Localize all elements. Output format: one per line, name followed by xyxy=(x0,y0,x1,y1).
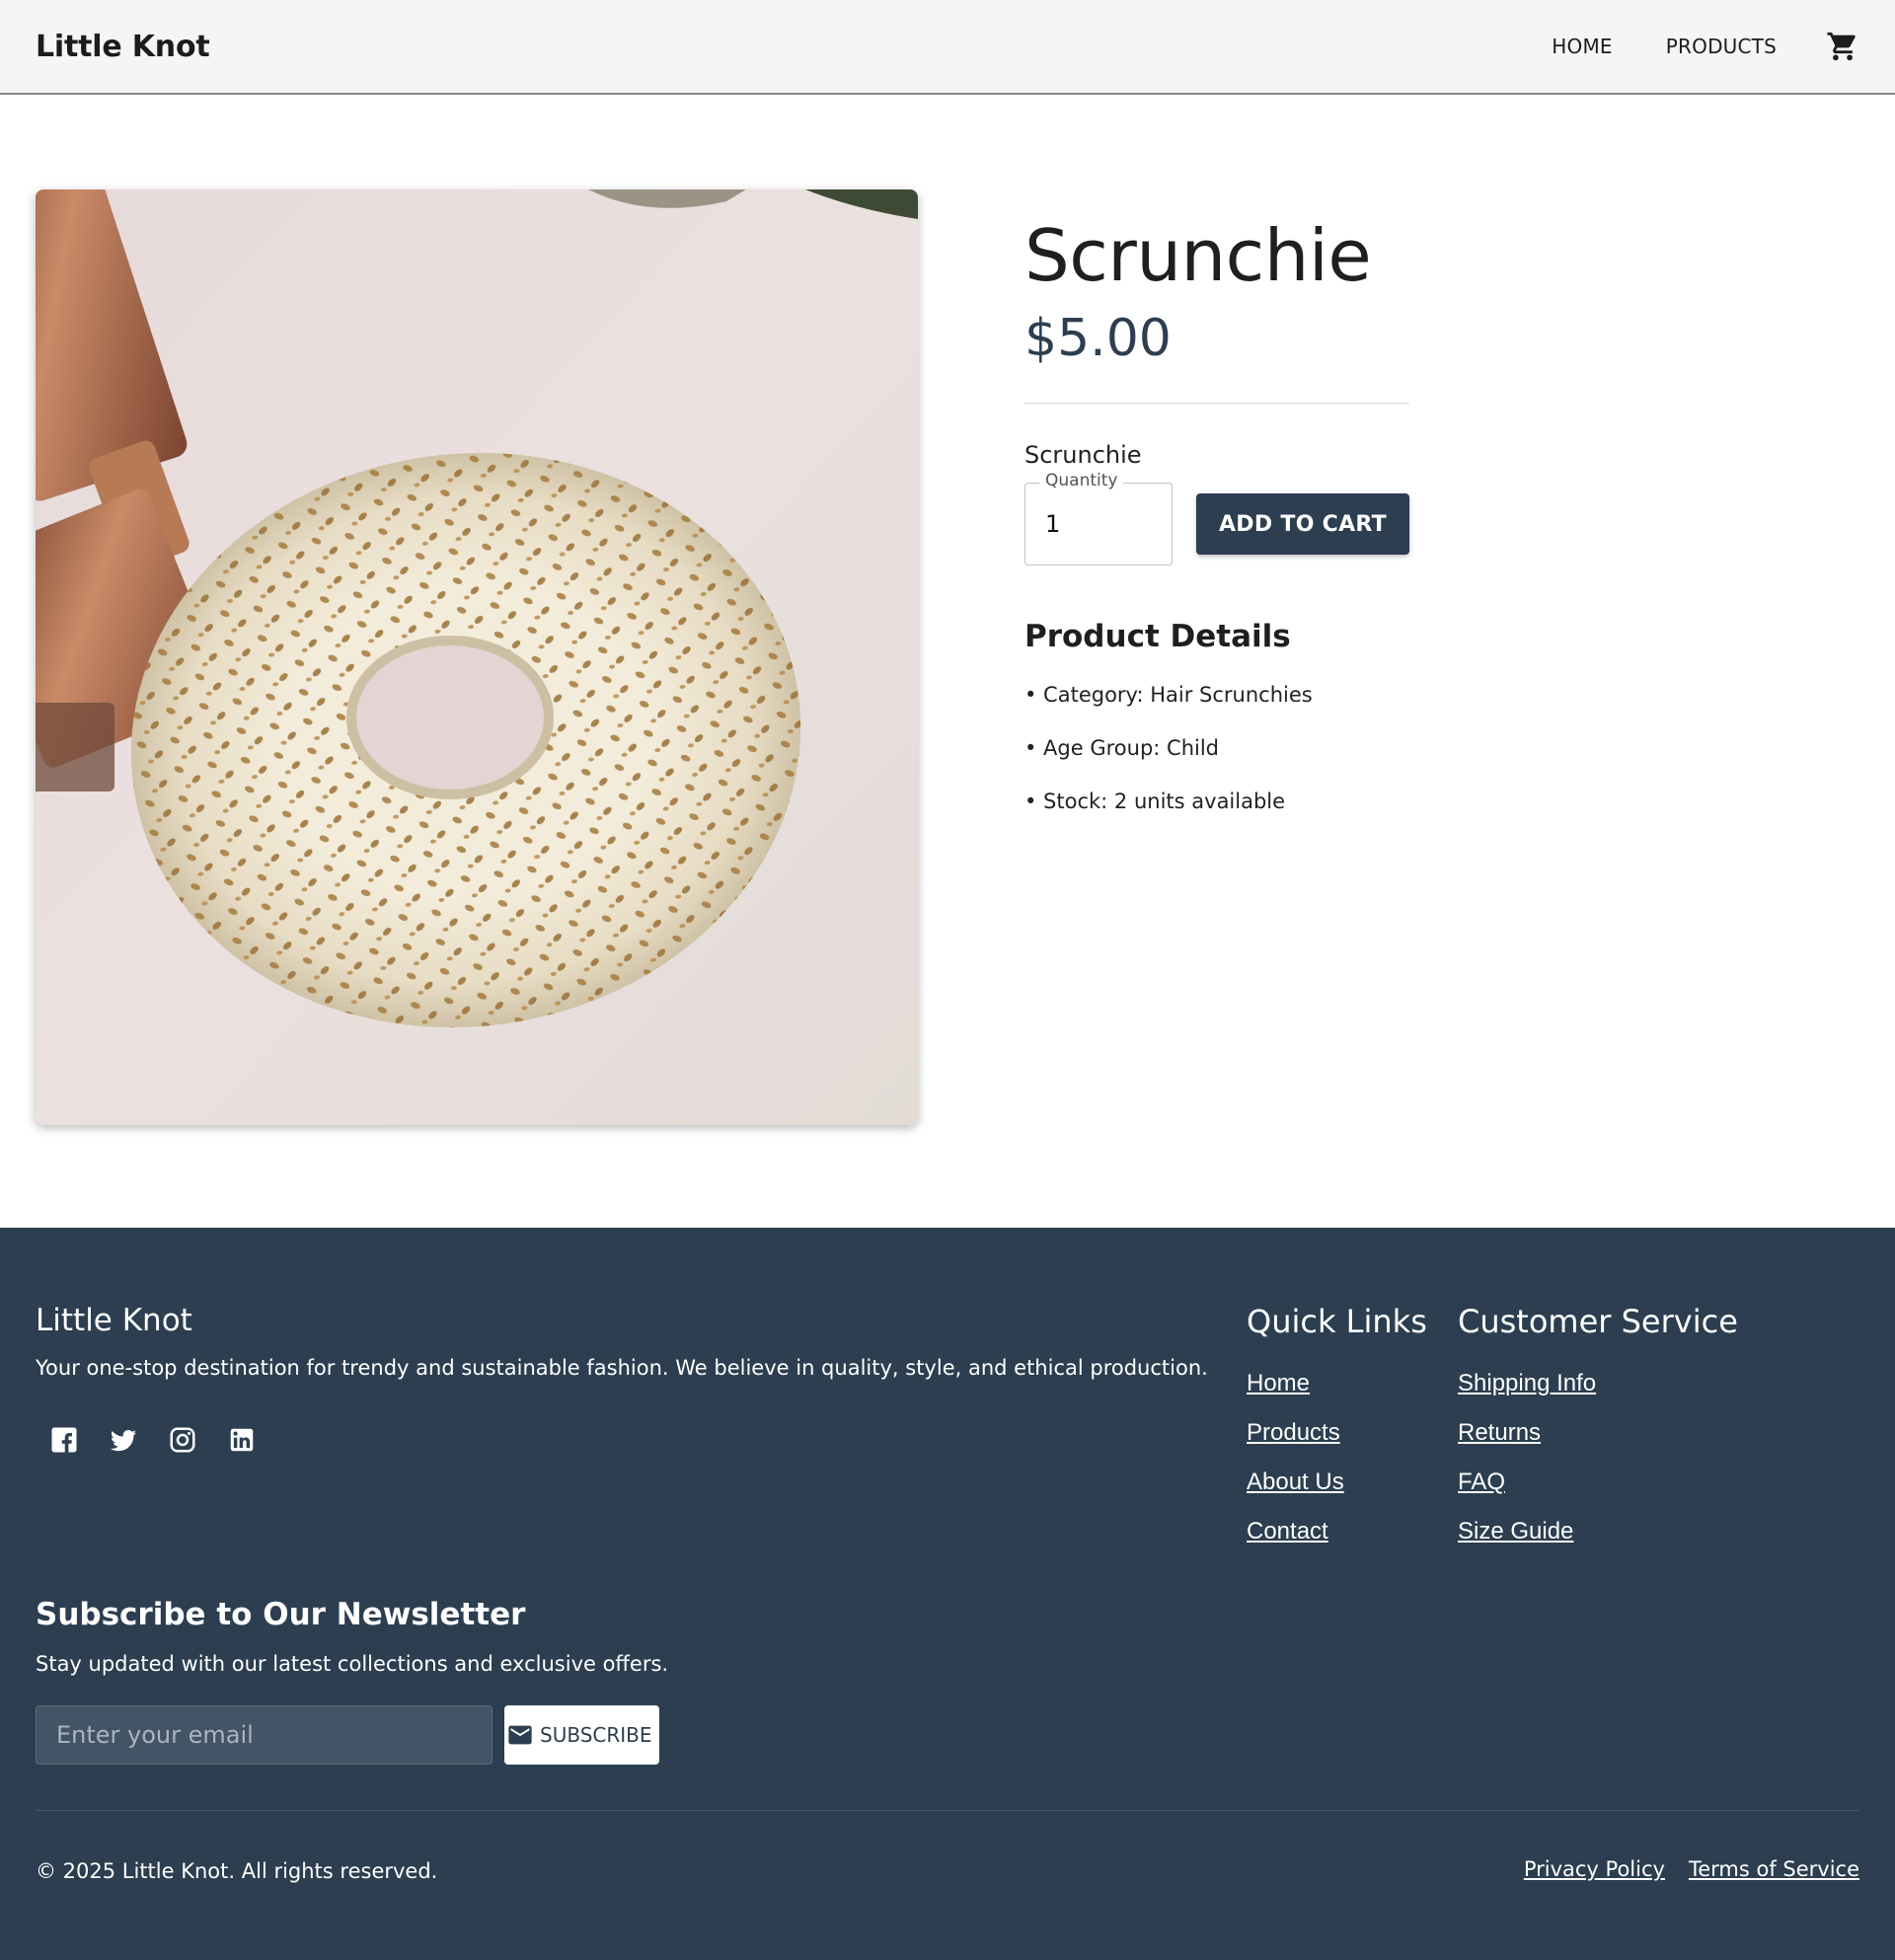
detail-category: • Category: Hair Scrunchies xyxy=(1024,683,1313,708)
footer-link-contact[interactable]: Contact xyxy=(1247,1518,1328,1545)
subscribe-button[interactable]: SUBSCRIBE xyxy=(504,1705,659,1765)
footer-link-size-guide[interactable]: Size Guide xyxy=(1458,1518,1573,1545)
detail-age-group: • Age Group: Child xyxy=(1024,736,1220,761)
facebook-icon[interactable] xyxy=(47,1423,81,1457)
footer-divider xyxy=(36,1810,1859,1811)
product-details-list: • Category: Hair Scrunchies • Age Group:… xyxy=(1024,668,1409,828)
footer-link-products[interactable]: Products xyxy=(1247,1419,1340,1446)
footer-brand: Little Knot xyxy=(36,1303,192,1338)
site-header: Little Knot HOME PRODUCTS xyxy=(0,0,1895,95)
footer-link-home[interactable]: Home xyxy=(1247,1370,1310,1396)
product-price: $5.00 xyxy=(1024,309,1172,369)
newsletter-description: Stay updated with our latest collections… xyxy=(36,1652,669,1676)
quantity-field: Quantity xyxy=(1024,471,1173,566)
footer-link-about-us[interactable]: About Us xyxy=(1247,1469,1344,1495)
scrunchie-photo xyxy=(36,189,918,1125)
newsletter-title: Subscribe to Our Newsletter xyxy=(36,1597,526,1632)
mail-icon xyxy=(508,1725,532,1745)
quantity-input[interactable] xyxy=(1025,484,1172,565)
social-links xyxy=(47,1423,284,1457)
footer-link-shipping-info[interactable]: Shipping Info xyxy=(1458,1370,1596,1396)
product-title: Scrunchie xyxy=(1024,214,1372,297)
footer-link-returns[interactable]: Returns xyxy=(1458,1419,1541,1446)
main-nav: HOME PRODUCTS xyxy=(1498,30,1859,63)
detail-stock: • Stock: 2 units available xyxy=(1024,790,1286,814)
linkedin-icon[interactable] xyxy=(225,1423,259,1457)
add-to-cart-button[interactable]: ADD TO CART xyxy=(1196,493,1409,556)
shopping-cart-icon[interactable] xyxy=(1826,30,1859,63)
footer-link-faq[interactable]: FAQ xyxy=(1458,1469,1505,1495)
newsletter-email-input[interactable] xyxy=(36,1705,493,1765)
footer-description: Your one-stop destination for trendy and… xyxy=(36,1356,1208,1380)
product-details-title: Product Details xyxy=(1024,619,1291,655)
product-info: Scrunchie $5.00 Scrunchie Quantity ADD T… xyxy=(1024,214,1409,828)
divider xyxy=(1024,403,1409,405)
legal-links: Privacy Policy Terms of Service xyxy=(1500,1857,1859,1881)
product-image xyxy=(36,189,918,1125)
site-footer: Little Knot Your one-stop destination fo… xyxy=(0,1228,1895,1960)
brand-logo[interactable]: Little Knot xyxy=(36,30,210,64)
copyright: © 2025 Little Knot. All rights reserved. xyxy=(36,1859,438,1883)
quick-links: Quick Links Home Products About Us Conta… xyxy=(1247,1303,1427,1557)
quick-links-title: Quick Links xyxy=(1247,1303,1427,1340)
customer-service-title: Customer Service xyxy=(1458,1303,1738,1340)
subscribe-label: SUBSCRIBE xyxy=(540,1723,652,1747)
product-variant: Scrunchie xyxy=(1024,441,1142,470)
instagram-icon[interactable] xyxy=(166,1423,199,1457)
terms-of-service-link[interactable]: Terms of Service xyxy=(1689,1857,1859,1881)
cart-row: Quantity ADD TO CART xyxy=(1024,471,1409,566)
twitter-icon[interactable] xyxy=(107,1423,140,1457)
privacy-policy-link[interactable]: Privacy Policy xyxy=(1524,1857,1665,1881)
nav-products[interactable]: PRODUCTS xyxy=(1666,35,1777,58)
nav-home[interactable]: HOME xyxy=(1552,35,1612,58)
customer-service: Customer Service Shipping Info Returns F… xyxy=(1458,1303,1738,1557)
